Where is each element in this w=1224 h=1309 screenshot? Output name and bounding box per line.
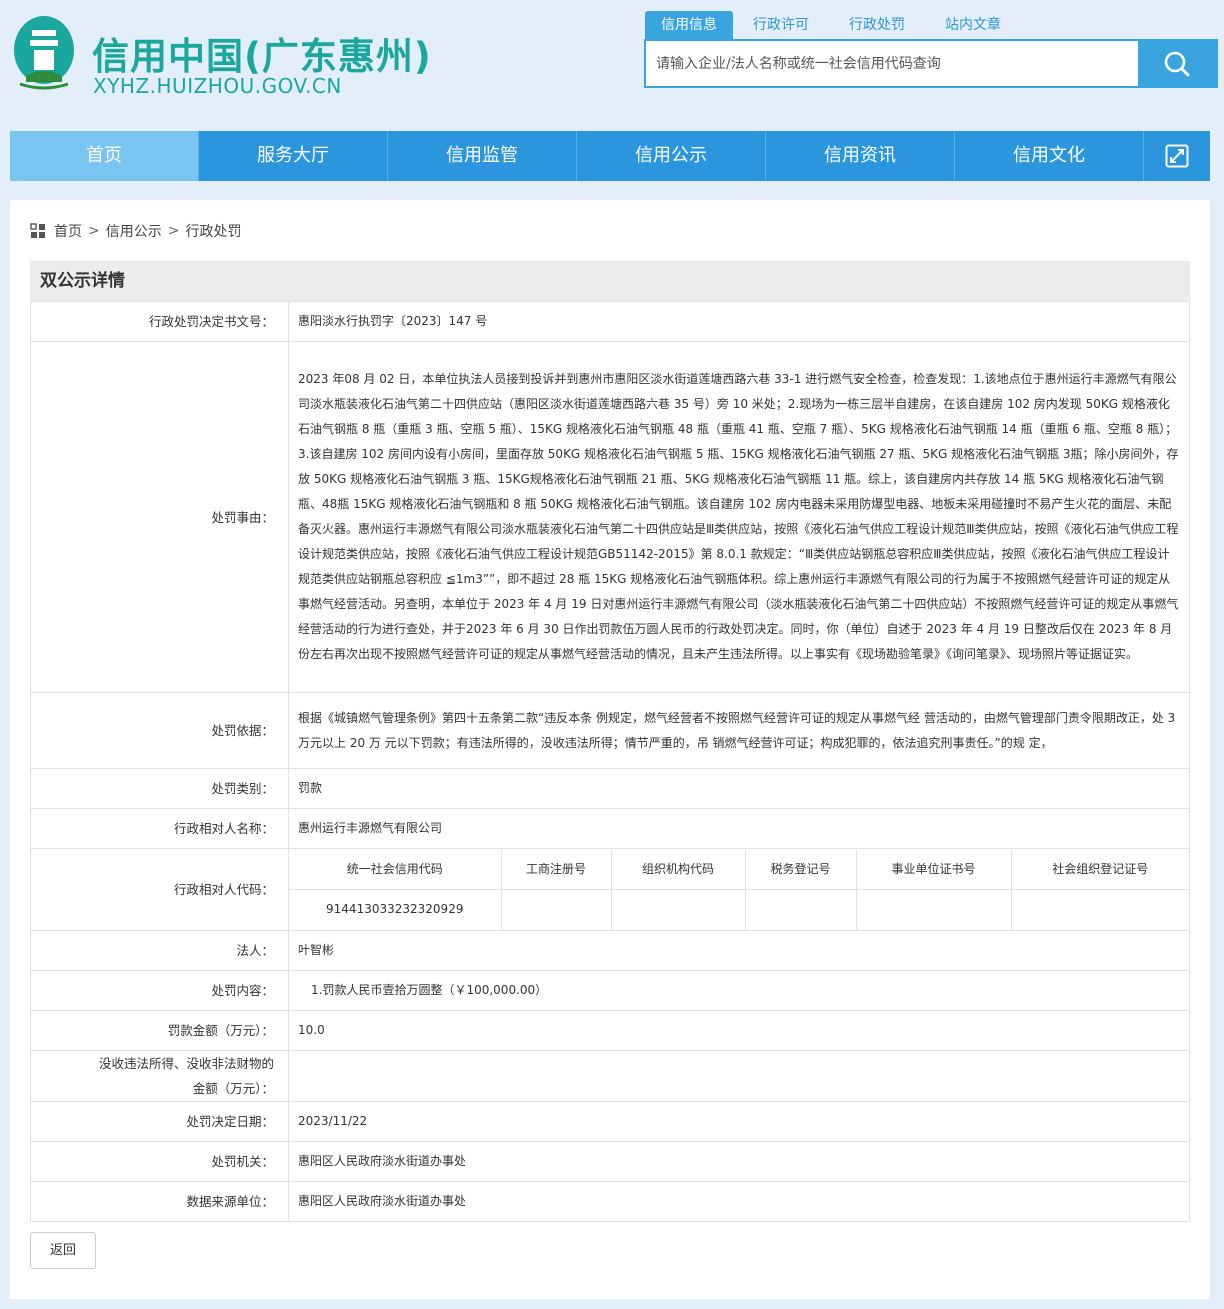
- confiscation-value: [288, 1050, 1190, 1102]
- authority-value: 惠阳区人民政府淡水街道办事处: [288, 1141, 1190, 1182]
- code-header-business-reg: 工商注册号: [501, 849, 612, 890]
- table-row: 行政处罚决定书文号： 惠阳淡水行执罚字〔2023〕147 号: [30, 301, 1190, 342]
- table-row: 处罚依据： 根据《城镇燃气管理条例》第四十五条第二款“违反本条 例规定，燃气经营…: [30, 692, 1190, 769]
- main-nav: 首页 服务大厅 信用监管 信用公示 信用资讯 信用文化: [10, 131, 1210, 181]
- party-code-table: 统一社会信用代码 工商注册号 组织机构代码 税务登记号 事业单位证书号 社会组织…: [289, 849, 1189, 930]
- legal-rep-value: 叶智彬: [288, 930, 1190, 971]
- decision-no-label: 行政处罚决定书文号：: [30, 301, 289, 342]
- authority-label: 处罚机关：: [30, 1141, 289, 1182]
- decision-date-label: 处罚决定日期：: [30, 1101, 289, 1142]
- search-box: [644, 39, 1218, 88]
- category-value: 罚款: [288, 768, 1190, 809]
- nav-item-credit-culture[interactable]: 信用文化: [955, 131, 1144, 181]
- decision-no-value: 惠阳淡水行执罚字〔2023〕147 号: [288, 301, 1190, 342]
- search-tab-admin-license[interactable]: 行政许可: [733, 11, 829, 39]
- legal-rep-label: 法人：: [30, 930, 289, 971]
- table-row: 处罚事由： 2023 年08 月 02 日，本单位执法人员接到投诉并到惠州市惠阳…: [30, 341, 1190, 693]
- code-value-institution-cert: [856, 889, 1012, 930]
- nav-item-credit-news[interactable]: 信用资讯: [766, 131, 955, 181]
- search-icon: [1164, 51, 1190, 76]
- fine-amount-label: 罚款金额（万元）：: [30, 1010, 289, 1051]
- table-row: 没收违法所得、没收非法财物的金额（万元）：: [30, 1050, 1190, 1102]
- party-name-label: 行政相对人名称：: [30, 808, 289, 849]
- basis-value: 根据《城镇燃气管理条例》第四十五条第二款“违反本条 例规定，燃气经营者不按照燃气…: [288, 692, 1190, 769]
- table-row: 行政相对人代码： 统一社会信用代码 工商注册号 组织机构代码 税务登记号 事业单…: [30, 848, 1190, 931]
- nav-item-credit-supervision[interactable]: 信用监管: [388, 131, 577, 181]
- content-label: 处罚内容：: [30, 970, 289, 1011]
- site-title: 信用中国(广东惠州): [92, 35, 432, 78]
- code-header-uscc: 统一社会信用代码: [289, 849, 502, 890]
- breadcrumb-credit-publicity[interactable]: 信用公示: [106, 221, 162, 241]
- detail-panel: 首页 > 信用公示 > 行政处罚 双公示详情 行政处罚决定书文号： 惠阳淡水行执…: [10, 200, 1210, 1299]
- search-tabs: 信用信息 行政许可 行政处罚 站内文章: [645, 11, 1021, 39]
- section-title: 双公示详情: [30, 261, 1190, 302]
- search-button[interactable]: [1138, 41, 1216, 86]
- confiscation-label: 没收违法所得、没收非法财物的金额（万元）：: [30, 1050, 289, 1102]
- decision-date-value: 2023/11/22: [288, 1101, 1190, 1142]
- table-row: 行政相对人名称： 惠州运行丰源燃气有限公司: [30, 808, 1190, 849]
- category-label: 处罚类别：: [30, 768, 289, 809]
- basis-label: 处罚依据：: [30, 692, 289, 769]
- fine-amount-value: 10.0: [288, 1010, 1190, 1051]
- code-header-org-code: 组织机构代码: [611, 849, 746, 890]
- back-button[interactable]: 返回: [30, 1232, 96, 1269]
- table-row: 法人： 叶智彬: [30, 930, 1190, 971]
- expand-icon: [1165, 144, 1189, 168]
- party-name-value: 惠州运行丰源燃气有限公司: [288, 808, 1190, 849]
- search-input[interactable]: [646, 41, 1138, 86]
- code-header-institution-cert: 事业单位证书号: [856, 849, 1012, 890]
- search-tab-admin-penalty[interactable]: 行政处罚: [829, 11, 925, 39]
- code-header-social-org-cert: 社会组织登记证号: [1011, 849, 1189, 890]
- breadcrumb: 首页 > 信用公示 > 行政处罚: [30, 220, 241, 242]
- nav-item-credit-publicity[interactable]: 信用公示: [577, 131, 766, 181]
- breadcrumb-separator: >: [88, 223, 100, 239]
- site-header: 信用中国(广东惠州) XYHZ.HUIZHOU.GOV.CN 信用信息 行政许可…: [0, 0, 1224, 130]
- detail-table: 行政处罚决定书文号： 惠阳淡水行执罚字〔2023〕147 号 处罚事由： 202…: [30, 301, 1190, 1222]
- site-logo[interactable]: 信用中国(广东惠州) XYHZ.HUIZHOU.GOV.CN: [12, 12, 432, 98]
- breadcrumb-separator: >: [167, 223, 180, 239]
- table-row: 数据来源单位： 惠阳区人民政府淡水街道办事处: [30, 1181, 1190, 1222]
- code-header-tax-reg: 税务登记号: [745, 849, 857, 890]
- data-source-value: 惠阳区人民政府淡水街道办事处: [288, 1181, 1190, 1222]
- search-tab-credit-info[interactable]: 信用信息: [645, 11, 733, 39]
- code-value-business-reg: [501, 889, 612, 930]
- party-code-label: 行政相对人代码：: [30, 848, 289, 931]
- code-value-social-org-cert: [1011, 890, 1189, 930]
- breadcrumb-home[interactable]: 首页: [54, 221, 82, 241]
- table-row: 处罚机关： 惠阳区人民政府淡水街道办事处: [30, 1141, 1190, 1182]
- table-row: 处罚类别： 罚款: [30, 768, 1190, 809]
- code-value-tax-reg: [745, 889, 857, 930]
- table-row: 罚款金额（万元）： 10.0: [30, 1010, 1190, 1051]
- party-code-cell: 统一社会信用代码 工商注册号 组织机构代码 税务登记号 事业单位证书号 社会组织…: [288, 848, 1190, 931]
- nav-item-service-hall[interactable]: 服务大厅: [199, 131, 388, 181]
- data-source-label: 数据来源单位：: [30, 1181, 289, 1222]
- search-tab-site-articles[interactable]: 站内文章: [925, 11, 1021, 39]
- nav-expand-button[interactable]: [1144, 131, 1210, 181]
- reason-label: 处罚事由：: [30, 341, 289, 693]
- nav-item-home[interactable]: 首页: [10, 131, 199, 181]
- content-value: 1.罚款人民币壹拾万圆整（￥100,000.00）: [288, 970, 1190, 1011]
- table-row: 处罚决定日期： 2023/11/22: [30, 1101, 1190, 1142]
- grid-icon: [30, 223, 45, 238]
- logo-emblem-icon: [14, 16, 74, 90]
- table-row: 处罚内容： 1.罚款人民币壹拾万圆整（￥100,000.00）: [30, 970, 1190, 1011]
- breadcrumb-admin-penalty: 行政处罚: [185, 224, 242, 240]
- code-value-uscc: 914413033232320929: [289, 889, 502, 930]
- site-url: XYHZ.HUIZHOU.GOV.CN: [93, 74, 342, 98]
- reason-value: 2023 年08 月 02 日，本单位执法人员接到投诉并到惠州市惠阳区淡水街道莲…: [288, 341, 1190, 693]
- code-value-org-code: [611, 889, 746, 930]
